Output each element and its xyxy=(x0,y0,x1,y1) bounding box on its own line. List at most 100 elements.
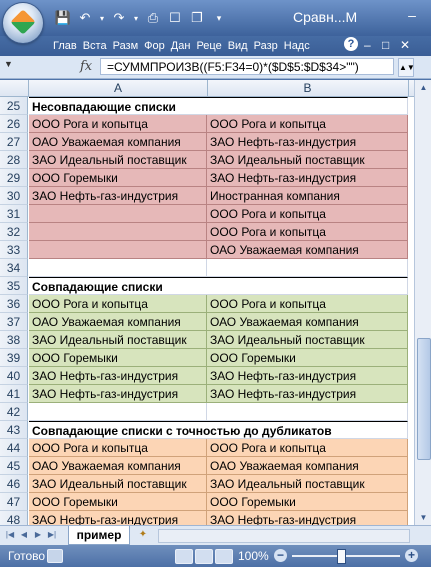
cell-a[interactable]: ЗАО Нефть-газ-индустрия xyxy=(29,187,207,205)
insert-function-icon[interactable]: fx xyxy=(80,59,92,74)
row-header[interactable]: 36 xyxy=(0,295,28,313)
ribbon-close-icon[interactable]: ✕ xyxy=(400,38,410,52)
cell-b[interactable] xyxy=(207,97,408,115)
row-header[interactable]: 46 xyxy=(0,475,28,493)
row-header[interactable]: 29 xyxy=(0,169,28,187)
row-header[interactable]: 28 xyxy=(0,151,28,169)
cell-a[interactable]: ООО Рога и копытца xyxy=(29,295,207,313)
cell-b[interactable]: ООО Рога и копытца xyxy=(207,439,408,457)
row-header[interactable]: 26 xyxy=(0,115,28,133)
cell-b[interactable]: ООО Горемыки xyxy=(207,349,408,367)
customize-qat-icon[interactable]: ▾ xyxy=(210,10,228,26)
last-sheet-icon[interactable]: ▶| xyxy=(46,528,58,542)
undo-dropdown-icon[interactable]: ▾ xyxy=(98,10,106,26)
cell-a[interactable]: ЗАО Идеальный поставщик xyxy=(29,475,207,493)
ribbon-tab[interactable]: Фор xyxy=(141,36,168,56)
redo-icon[interactable]: ↷ xyxy=(110,10,128,26)
cell-b[interactable]: ОАО Уважаемая компания xyxy=(207,241,408,259)
cell-a[interactable]: ОАО Уважаемая компания xyxy=(29,133,207,151)
cell-a[interactable]: ООО Рога и копытца xyxy=(29,439,207,457)
ribbon-tab[interactable]: Вста xyxy=(80,36,110,56)
row-header[interactable]: 41 xyxy=(0,385,28,403)
cell-a[interactable] xyxy=(29,223,207,241)
ribbon-tab[interactable]: Разм xyxy=(110,36,142,56)
cell-a[interactable] xyxy=(29,241,207,259)
ribbon-tab[interactable]: Дан xyxy=(168,36,194,56)
row-header[interactable]: 39 xyxy=(0,349,28,367)
redo-dropdown-icon[interactable]: ▾ xyxy=(132,10,140,26)
ribbon-tab[interactable]: Надс xyxy=(281,36,313,56)
cell-a[interactable]: ЗАО Идеальный поставщик xyxy=(29,331,207,349)
vertical-scrollbar[interactable]: ▲ ▼ xyxy=(414,80,431,525)
cell-b[interactable] xyxy=(207,403,408,421)
row-header[interactable]: 25 xyxy=(0,97,28,115)
cell-b[interactable] xyxy=(207,259,408,277)
row-header[interactable]: 42 xyxy=(0,403,28,421)
cell-a[interactable] xyxy=(29,205,207,223)
cell-b[interactable]: ООО Горемыки xyxy=(207,493,408,511)
help-icon[interactable]: ? xyxy=(344,37,358,51)
zoom-out-icon[interactable]: − xyxy=(274,549,287,562)
scroll-down-icon[interactable]: ▼ xyxy=(417,510,430,525)
cell-b[interactable]: ЗАО Нефть-газ-индустрия xyxy=(207,169,408,187)
cell-a[interactable]: Совпадающие списки с точностью до дублик… xyxy=(29,421,332,439)
expand-formula-icon[interactable]: ▲▼ xyxy=(398,58,415,77)
row-header[interactable]: 47 xyxy=(0,493,28,511)
ribbon-restore-icon[interactable]: □ xyxy=(382,38,389,52)
cell-b[interactable]: ООО Рога и копытца xyxy=(207,295,408,313)
next-sheet-icon[interactable]: ▶ xyxy=(32,528,44,542)
row-header[interactable]: 35 xyxy=(0,277,28,295)
row-header[interactable]: 30 xyxy=(0,187,28,205)
cell-b[interactable]: ЗАО Нефть-газ-индустрия xyxy=(207,367,408,385)
ribbon-tab[interactable]: Глав xyxy=(50,36,80,56)
select-all-corner[interactable] xyxy=(0,80,29,96)
cell-b[interactable]: ЗАО Идеальный поставщик xyxy=(207,331,408,349)
ribbon-tab[interactable]: Реце xyxy=(193,36,224,56)
cell-b[interactable]: ООО Рога и копытца xyxy=(207,115,408,133)
preview-icon[interactable]: ☐ xyxy=(166,10,184,26)
row-header[interactable]: 32 xyxy=(0,223,28,241)
normal-view-icon[interactable] xyxy=(175,549,193,564)
zoom-slider-track[interactable] xyxy=(292,555,400,557)
cell-b[interactable]: ООО Рога и копытца xyxy=(207,223,408,241)
row-header[interactable]: 48 xyxy=(0,511,28,525)
row-header[interactable]: 33 xyxy=(0,241,28,259)
formula-input[interactable]: =СУММПРОИЗВ((F5:F34=0)*($D$5:$D$34>"") xyxy=(100,58,394,75)
save-icon[interactable]: 💾 xyxy=(54,10,72,26)
cell-a[interactable]: Несовпадающие списки xyxy=(29,97,207,115)
prev-sheet-icon[interactable]: ◀ xyxy=(18,528,30,542)
cell-a[interactable] xyxy=(29,403,207,421)
name-box-dropdown-icon[interactable]: ▼ xyxy=(4,59,13,69)
horizontal-scrollbar[interactable] xyxy=(158,529,410,543)
print-icon[interactable]: ⎙ xyxy=(144,10,162,26)
cell-b[interactable]: ОАО Уважаемая компания xyxy=(207,457,408,475)
column-header-b[interactable]: B xyxy=(207,80,409,96)
new-sheet-icon[interactable]: ✦ xyxy=(134,528,152,542)
cell-b[interactable]: Иностранная компания xyxy=(207,187,408,205)
scroll-up-icon[interactable]: ▲ xyxy=(417,80,430,95)
first-sheet-icon[interactable]: |◀ xyxy=(4,528,16,542)
cell-a[interactable]: ООО Горемыки xyxy=(29,493,207,511)
cell-a[interactable]: ООО Рога и копытца xyxy=(29,115,207,133)
undo-icon[interactable]: ↶ xyxy=(76,10,94,26)
cell-a[interactable]: ООО Горемыки xyxy=(29,349,207,367)
ribbon-minimize-icon[interactable]: – xyxy=(364,38,371,52)
macro-record-icon[interactable] xyxy=(47,549,63,563)
zoom-level[interactable]: 100% xyxy=(238,549,269,563)
cell-a[interactable]: ЗАО Нефть-газ-индустрия xyxy=(29,385,207,403)
open-icon[interactable]: ❐ xyxy=(188,10,206,26)
scroll-thumb[interactable] xyxy=(417,338,431,460)
row-header[interactable]: 31 xyxy=(0,205,28,223)
cell-a[interactable] xyxy=(29,259,207,277)
cell-a[interactable]: ОАО Уважаемая компания xyxy=(29,457,207,475)
cell-a[interactable]: ЗАО Идеальный поставщик xyxy=(29,151,207,169)
zoom-slider-thumb[interactable] xyxy=(337,549,346,564)
ribbon-tab[interactable]: Разр xyxy=(251,36,281,56)
office-button[interactable] xyxy=(3,3,43,43)
column-header-a[interactable]: A xyxy=(29,80,208,96)
cell-b[interactable]: ООО Рога и копытца xyxy=(207,205,408,223)
cell-b[interactable]: ОАО Уважаемая компания xyxy=(207,313,408,331)
row-header[interactable]: 34 xyxy=(0,259,28,277)
minimize-button[interactable]: – xyxy=(400,6,424,26)
row-header[interactable]: 45 xyxy=(0,457,28,475)
